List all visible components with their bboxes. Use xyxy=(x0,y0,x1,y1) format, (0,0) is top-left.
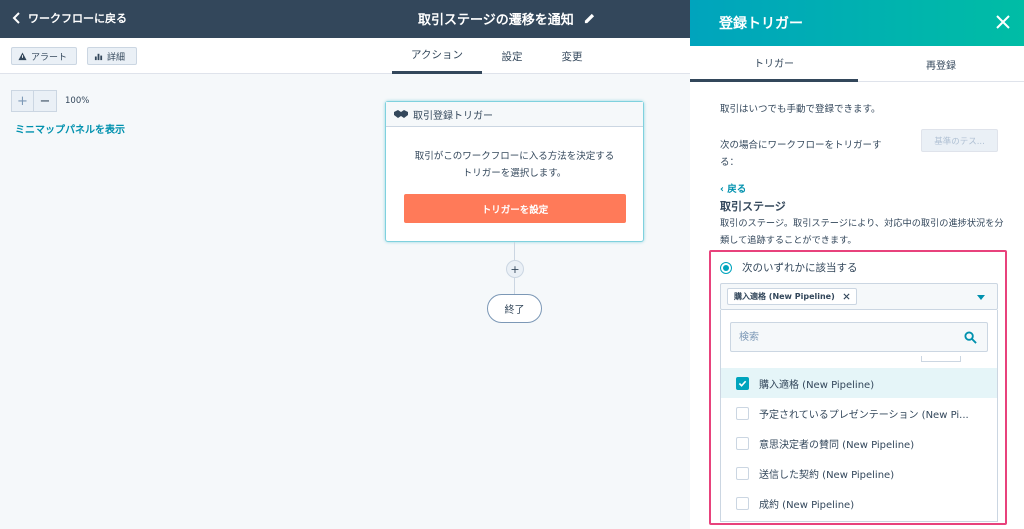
warning-icon xyxy=(18,51,27,60)
chip-label: 購入適格 (New Pipeline) xyxy=(734,292,835,301)
bar-chart-icon xyxy=(94,53,103,60)
alert-button[interactable]: アラート xyxy=(11,47,77,65)
property-description: 取引のステージ。取引ステージにより、対応中の取引の進捗状況を分類して追跡すること… xyxy=(720,218,1004,246)
workflow-title-text: 取引ステージの遷移を通知 xyxy=(418,13,574,28)
back-link[interactable]: ‹ 戻る xyxy=(720,181,746,195)
workflow-toolbar: アラート 詳細 アクション 設定 変更 xyxy=(0,38,690,74)
base-test-button[interactable]: 基準のテス... xyxy=(921,129,998,152)
panel-header: 登録トリガー xyxy=(690,0,1024,46)
pencil-icon[interactable] xyxy=(584,13,595,24)
zoom-level: 100% xyxy=(65,96,90,106)
stage-option[interactable]: 予定されているプレゼンテーション (New Pi... xyxy=(721,398,997,428)
tab-trigger[interactable]: トリガー xyxy=(690,46,858,82)
show-minimap-link[interactable]: ミニマップパネルを表示 xyxy=(15,121,125,136)
enrollment-trigger-card[interactable]: 取引登録トリガー 取引がこのワークフローに入る方法を決定する トリガーを選択しま… xyxy=(385,101,644,242)
property-title: 取引ステージ xyxy=(720,200,786,213)
back-to-workflows-link[interactable]: ワークフローに戻る xyxy=(12,10,127,26)
stage-option-label: 予定されているプレゼンテーション (New Pi... xyxy=(759,409,969,421)
details-button-label: 詳細 xyxy=(107,52,126,63)
checkbox-checked-icon[interactable] xyxy=(736,376,749,390)
workflow-tabs: アクション 設定 変更 xyxy=(392,38,602,74)
tab-reenrollment[interactable]: 再登録 xyxy=(858,46,1024,82)
trigger-card-header: 取引登録トリガー xyxy=(386,102,643,127)
trigger-card-line2: トリガーを選択します。 xyxy=(462,168,567,179)
end-node: 終了 xyxy=(487,294,542,323)
handshake-icon xyxy=(394,110,408,118)
stage-option-label: 意思決定者の賛同 (New Pipeline) xyxy=(759,439,915,451)
dropdown-caret-icon[interactable] xyxy=(977,295,985,300)
tab-settings[interactable]: 設定 xyxy=(482,38,542,74)
zoom-controls: + − 100% xyxy=(11,90,89,112)
stage-option-label: 送信した契約 (New Pipeline) xyxy=(759,469,895,481)
close-icon[interactable] xyxy=(995,14,1011,30)
workflow-title[interactable]: 取引ステージの遷移を通知 xyxy=(418,9,595,28)
manual-enroll-note: 取引はいつでも手動で登録できます。 xyxy=(720,104,881,115)
trigger-card-line1: 取引がこのワークフローに入る方法を決定する xyxy=(414,151,615,162)
selected-stage-chip: 購入適格 (New Pipeline) xyxy=(727,288,857,305)
checkbox-icon[interactable] xyxy=(736,436,749,450)
workflow-header: ワークフローに戻る 取引ステージの遷移を通知 xyxy=(0,0,690,38)
stage-option[interactable]: 成約 (New Pipeline) xyxy=(721,488,997,518)
stage-options-dropdown: 購入適格 (New Pipeline) 予定されているプレゼンテーション (Ne… xyxy=(720,310,998,522)
stage-option-label: 購入適格 (New Pipeline) xyxy=(759,379,875,391)
zoom-in-button[interactable]: + xyxy=(11,90,34,112)
remove-chip-icon[interactable] xyxy=(843,293,850,300)
search-icon[interactable] xyxy=(964,331,977,344)
checkbox-icon[interactable] xyxy=(736,496,749,510)
stage-search xyxy=(730,322,988,352)
trigger-when-label-line2: る： xyxy=(720,157,740,168)
radio-selected-icon[interactable] xyxy=(720,261,732,274)
tab-actions[interactable]: アクション xyxy=(392,38,482,74)
enrollment-trigger-panel: 登録トリガー トリガー 再登録 取引はいつでも手動で登録できます。 次の場合にワ… xyxy=(690,0,1024,529)
trigger-when-label-line1: 次の場合にワークフローをトリガーす xyxy=(720,140,882,151)
trigger-card-title: 取引登録トリガー xyxy=(413,110,493,122)
chevron-left-icon xyxy=(12,12,20,24)
stage-option[interactable]: 送信した契約 (New Pipeline) xyxy=(721,458,997,488)
panel-tabs: トリガー 再登録 xyxy=(690,46,1024,82)
stage-option[interactable]: 意思決定者の賛同 (New Pipeline) xyxy=(721,428,997,458)
set-trigger-button[interactable]: トリガーを設定 xyxy=(404,194,626,223)
stage-option[interactable]: 購入適格 (New Pipeline) xyxy=(721,368,997,398)
scroll-clip-indicator xyxy=(921,356,961,362)
details-button[interactable]: 詳細 xyxy=(87,47,137,65)
any-of-radio-label: 次のいずれかに該当する xyxy=(742,262,858,274)
zoom-out-button[interactable]: − xyxy=(34,90,57,112)
alert-button-label: アラート xyxy=(31,52,68,63)
panel-title: 登録トリガー xyxy=(719,16,803,32)
trigger-card-description: 取引がこのワークフローに入る方法を決定する トリガーを選択します。 xyxy=(386,148,643,182)
any-of-radio[interactable]: 次のいずれかに該当する xyxy=(720,260,858,275)
tab-revisions[interactable]: 変更 xyxy=(542,38,602,74)
stage-option-label: 成約 (New Pipeline) xyxy=(759,499,855,511)
checkbox-icon[interactable] xyxy=(736,466,749,480)
checkbox-icon[interactable] xyxy=(736,406,749,420)
add-action-button[interactable]: + xyxy=(506,260,524,278)
deal-stage-multiselect[interactable]: 購入適格 (New Pipeline) xyxy=(720,283,998,310)
search-input[interactable] xyxy=(731,323,951,351)
back-link-label: ワークフローに戻る xyxy=(28,12,127,25)
